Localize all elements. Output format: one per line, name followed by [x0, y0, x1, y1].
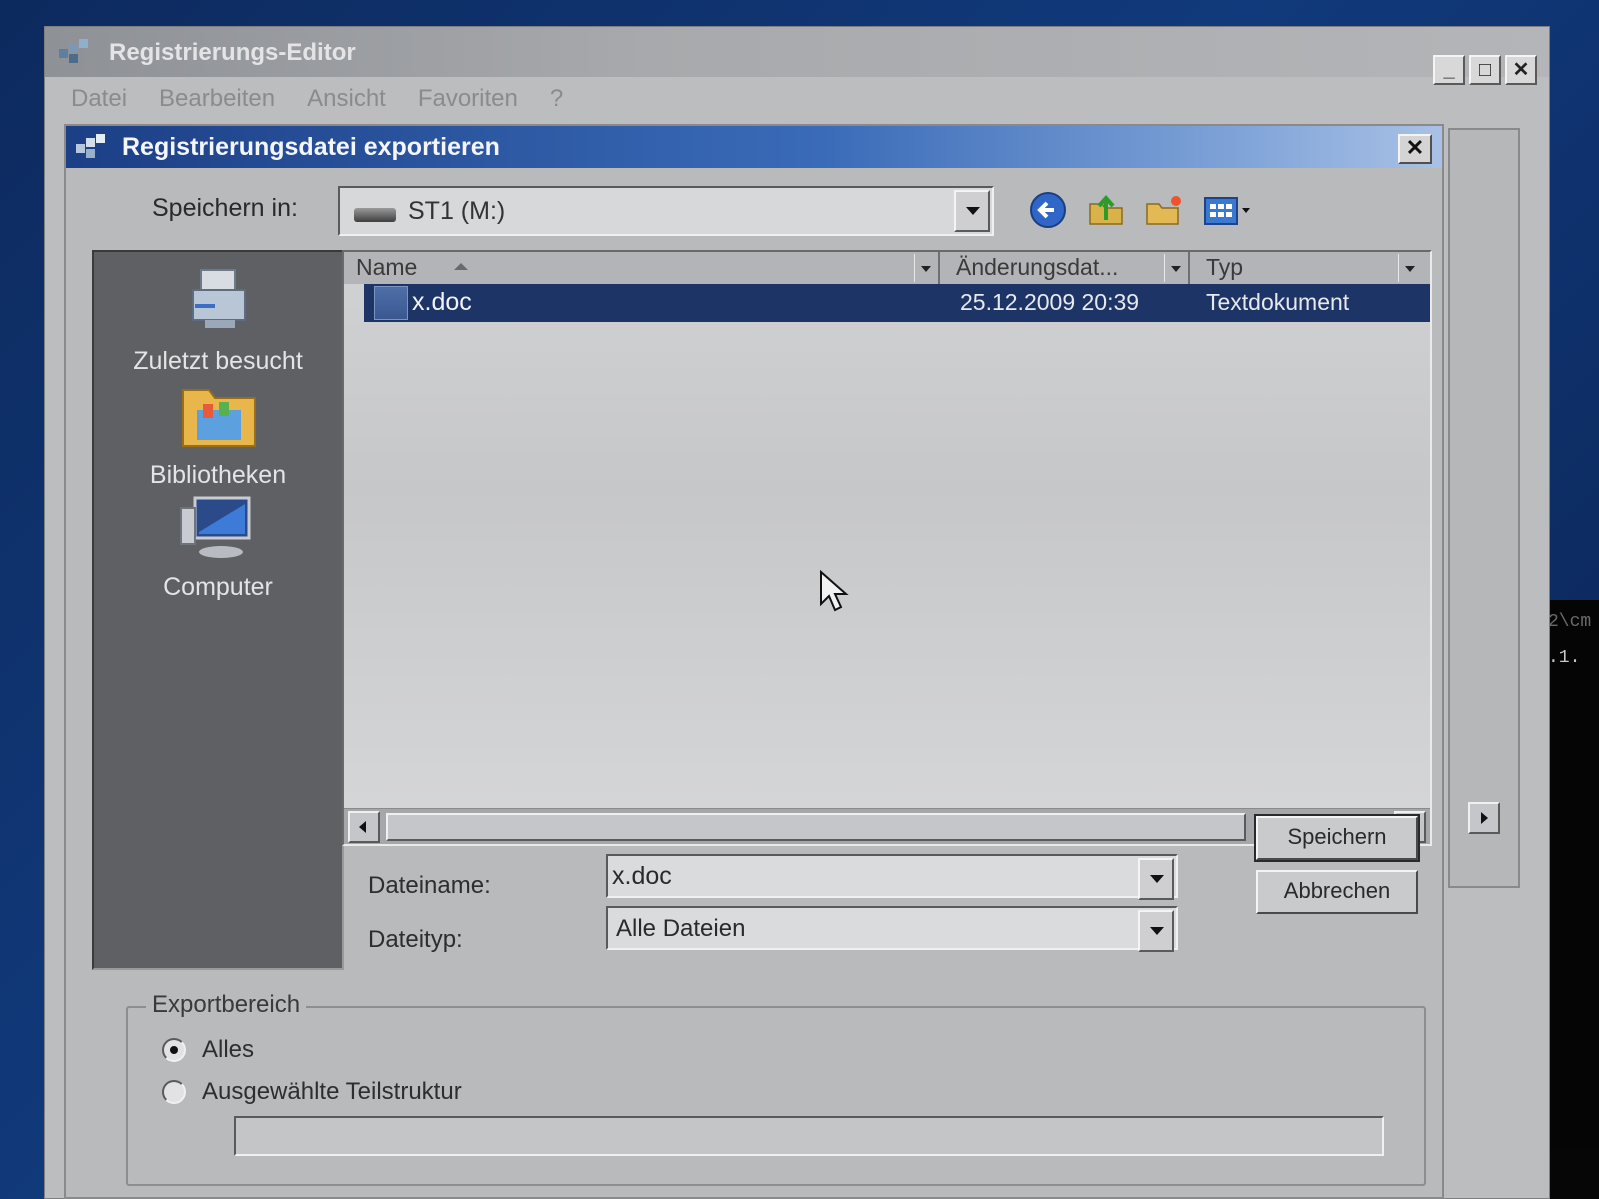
sort-ascending-icon [454, 263, 468, 270]
file-type: Textdokument [1206, 289, 1350, 315]
menu-datei[interactable]: Datei [71, 85, 127, 113]
main-window-title: Registrierungs-Editor [109, 39, 356, 66]
column-name-dropdown[interactable] [914, 254, 938, 282]
radio-all-row[interactable]: Alles [162, 1036, 254, 1064]
file-date: 25.12.2009 20:39 [960, 289, 1140, 315]
column-type[interactable]: Typ [1194, 252, 1430, 284]
filetype-label: Dateityp: [368, 926, 463, 953]
dialog-close-button[interactable]: ✕ [1398, 134, 1432, 164]
back-icon[interactable] [1028, 190, 1068, 230]
file-name: x.doc [412, 288, 472, 316]
menu-bar: Datei Bearbeiten Ansicht Favoriten ? [45, 79, 1549, 119]
filename-combo[interactable] [606, 854, 1178, 900]
menu-ansicht[interactable]: Ansicht [307, 85, 386, 113]
place-recent-label: Zuletzt besucht [133, 347, 303, 375]
place-computer-label: Computer [163, 573, 273, 601]
filename-dropdown-icon[interactable] [1138, 858, 1174, 900]
registry-editor-icon [59, 39, 88, 63]
document-icon [374, 286, 408, 320]
column-type-dropdown[interactable] [1398, 254, 1422, 282]
chevron-down-icon[interactable] [954, 190, 990, 232]
cancel-button[interactable]: Abbrechen [1256, 870, 1418, 914]
filetype-select[interactable]: Alle Dateien [606, 906, 1178, 952]
menu-favoriten[interactable]: Favoriten [418, 85, 518, 113]
background-window-edge [1448, 128, 1520, 888]
column-type-label: Typ [1206, 254, 1244, 280]
column-name-label: Name [356, 254, 418, 280]
dialog-title: Registrierungsdatei exportieren [122, 133, 500, 161]
file-list-header: Name Änderungsdat... Typ [344, 252, 1430, 284]
radio-all-label: Alles [202, 1036, 255, 1063]
libraries-icon [182, 389, 256, 447]
new-folder-icon[interactable] [1144, 190, 1184, 230]
column-date[interactable]: Änderungsdat... [944, 252, 1190, 284]
filename-label: Dateiname: [368, 872, 491, 899]
subtree-path-input[interactable] [234, 1116, 1384, 1156]
background-scroll-right-button[interactable] [1468, 802, 1500, 834]
radio-subtree-label: Ausgewählte Teilstruktur [202, 1078, 462, 1105]
save-in-dropdown[interactable]: ST1 (M:) [338, 186, 994, 236]
save-in-value: ST1 (M:) [408, 197, 506, 225]
registry-export-icon [76, 134, 105, 158]
computer-icon [180, 496, 251, 558]
export-dialog: Registrierungsdatei exportieren ✕ Speich… [64, 124, 1444, 1199]
column-date-label: Änderungsdat... [956, 254, 1119, 280]
scroll-thumb[interactable] [386, 813, 1246, 841]
scroll-left-button[interactable] [348, 811, 380, 843]
place-libraries[interactable]: Bibliotheken [94, 380, 342, 490]
console-text-line-2: .1. [1548, 648, 1581, 668]
filename-input[interactable] [612, 860, 1130, 892]
column-name[interactable]: Name [344, 252, 940, 284]
radio-selected-subtree[interactable] [162, 1080, 186, 1104]
console-text-line-1: 2\cm [1548, 612, 1592, 632]
place-recent[interactable]: Zuletzt besucht [94, 266, 342, 376]
view-menu-icon[interactable] [1202, 190, 1254, 230]
menu-help[interactable]: ? [550, 85, 563, 113]
filetype-dropdown-icon[interactable] [1138, 910, 1174, 952]
main-titlebar[interactable]: Registrierungs-Editor _ □ ✕ [45, 27, 1549, 85]
mouse-cursor-icon [820, 570, 849, 612]
column-date-dropdown[interactable] [1164, 254, 1188, 282]
places-bar: Zuletzt besucht Bibliotheken Computer [92, 250, 344, 970]
dialog-toolbar [1028, 190, 1254, 230]
save-in-label: Speichern in: [152, 194, 298, 222]
export-range-label: Exportbereich [146, 991, 307, 1019]
place-computer[interactable]: Computer [94, 492, 342, 602]
filetype-value: Alle Dateien [616, 915, 746, 942]
up-folder-icon[interactable] [1086, 190, 1126, 230]
file-list[interactable]: Name Änderungsdat... Typ x.doc 25.12.200… [342, 250, 1432, 846]
export-range-group: Exportbereich Alles Ausgewählte Teilstru… [126, 991, 1426, 1186]
recent-places-icon [192, 269, 246, 328]
radio-subtree-row[interactable]: Ausgewählte Teilstruktur [162, 1078, 462, 1106]
dialog-titlebar[interactable]: Registrierungsdatei exportieren ✕ [66, 126, 1442, 168]
file-row[interactable]: x.doc 25.12.2009 20:39 Textdokument [364, 284, 1430, 322]
place-libraries-label: Bibliotheken [149, 461, 287, 489]
save-button[interactable]: Speichern [1254, 814, 1420, 862]
menu-bearbeiten[interactable]: Bearbeiten [159, 85, 275, 113]
radio-all[interactable] [162, 1038, 186, 1062]
drive-icon [354, 208, 396, 222]
